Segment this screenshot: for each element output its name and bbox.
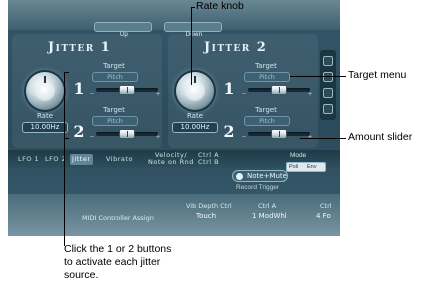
leader-line	[64, 72, 69, 73]
leader-line	[64, 138, 69, 139]
mode-option-env[interactable]: Env	[307, 164, 316, 170]
j1s1-target-label: Target	[103, 62, 125, 70]
jitter-panel: Up Down Jitter 1 Rate 10.00Hz Target 1 P…	[8, 0, 340, 236]
j2-source2-button[interactable]: 2	[222, 122, 236, 142]
minus-sign: −	[90, 134, 95, 141]
knob-cap	[35, 81, 55, 101]
j2s1-target-menu[interactable]: Pitch	[244, 72, 290, 82]
j1-source2-button[interactable]: 2	[72, 122, 86, 142]
j1s2-target-label: Target	[103, 106, 125, 114]
jitter2-rate-value[interactable]: 10.00Hz	[172, 122, 218, 133]
jitter2-rate-knob[interactable]	[176, 72, 214, 110]
controller-assign-area	[8, 194, 340, 236]
vib-depth-ctrl-value[interactable]: Touch	[196, 212, 216, 220]
ctrl-b-value[interactable]: 4 Fo	[316, 212, 331, 220]
strip-button[interactable]	[323, 88, 333, 98]
j2s2-amount-slider[interactable]	[271, 129, 287, 139]
minus-sign: −	[242, 91, 247, 98]
vib-depth-ctrl-label: Vib Depth Ctrl	[186, 202, 232, 210]
ctrl-a-label: Ctrl A	[258, 202, 277, 210]
leader-line	[300, 138, 346, 139]
jitter1-rate-value[interactable]: 10.00Hz	[22, 122, 68, 133]
leader-line	[64, 72, 65, 246]
strip-button[interactable]	[323, 104, 333, 114]
callout-target-menu: Target menu	[348, 69, 407, 81]
callout-click-buttons: Click the 1 or 2 buttons to activate eac…	[64, 243, 172, 281]
jitter1-title: Jitter 1	[48, 40, 112, 55]
knob-cap	[185, 81, 205, 101]
j2s1-amount-slider[interactable]	[271, 85, 287, 95]
ctrl-a-value[interactable]: 1 ModWhl	[252, 212, 287, 220]
record-trigger-label: Record Trigger	[236, 184, 279, 191]
j2s2-target-label: Target	[255, 106, 277, 114]
midi-controller-assign-label: MIDI Controller Assign	[82, 214, 154, 222]
tab-lfo2[interactable]: LFO 2	[45, 156, 66, 163]
j1s2-target-menu[interactable]: Pitch	[92, 116, 138, 126]
plus-sign: +	[156, 134, 161, 141]
callout-amount-slider: Amount slider	[348, 131, 413, 143]
ctrl-b-label: Ctrl	[320, 202, 332, 210]
minus-sign: −	[242, 134, 247, 141]
jitter1-rate-knob[interactable]	[26, 72, 64, 110]
knob-indicator	[44, 76, 46, 83]
note-mute-button[interactable]: Note+Mute	[232, 170, 288, 182]
jitter1-rate-label: Rate	[36, 112, 54, 120]
jitter2-rate-label: Rate	[186, 112, 204, 120]
right-button-strip	[320, 50, 336, 120]
tab-jitter[interactable]: Jitter	[70, 154, 93, 165]
plus-sign: +	[308, 91, 313, 98]
callout-rate-knob: Rate knob	[196, 0, 244, 12]
strip-button[interactable]	[323, 56, 333, 66]
note-mute-label: Note+Mute	[247, 172, 287, 180]
j1-source1-button[interactable]: 1	[72, 79, 86, 99]
mode-selector[interactable]: Poli Env	[286, 162, 326, 172]
tab-lfo1[interactable]: LFO 1	[18, 156, 39, 163]
leader-line	[191, 7, 192, 85]
jitter2-title: Jitter 2	[204, 40, 268, 55]
knob-indicator	[194, 76, 196, 83]
mode-label: Mode	[290, 152, 307, 159]
strip-button[interactable]	[323, 72, 333, 82]
j2-source1-button[interactable]: 1	[222, 79, 236, 99]
j1s1-amount-slider[interactable]	[119, 85, 135, 95]
mode-option-poli[interactable]: Poli	[289, 164, 298, 170]
leader-line	[290, 76, 346, 77]
j2s1-target-label: Target	[255, 62, 277, 70]
j2s2-target-menu[interactable]: Pitch	[244, 116, 290, 126]
radio-dot-icon	[236, 173, 243, 180]
tab-velocity-note-on-rnd[interactable]: Velocity/ Note on Rnd	[148, 152, 194, 166]
tab-ctrl-a-ctrl-b[interactable]: Ctrl A Ctrl B	[198, 152, 219, 166]
j1s1-target-menu[interactable]: Pitch	[92, 72, 138, 82]
tab-vibrato[interactable]: Vibrato	[106, 156, 133, 163]
leader-line	[191, 7, 195, 8]
j1s2-amount-slider[interactable]	[119, 129, 135, 139]
minus-sign: −	[90, 91, 95, 98]
plus-sign: +	[156, 91, 161, 98]
